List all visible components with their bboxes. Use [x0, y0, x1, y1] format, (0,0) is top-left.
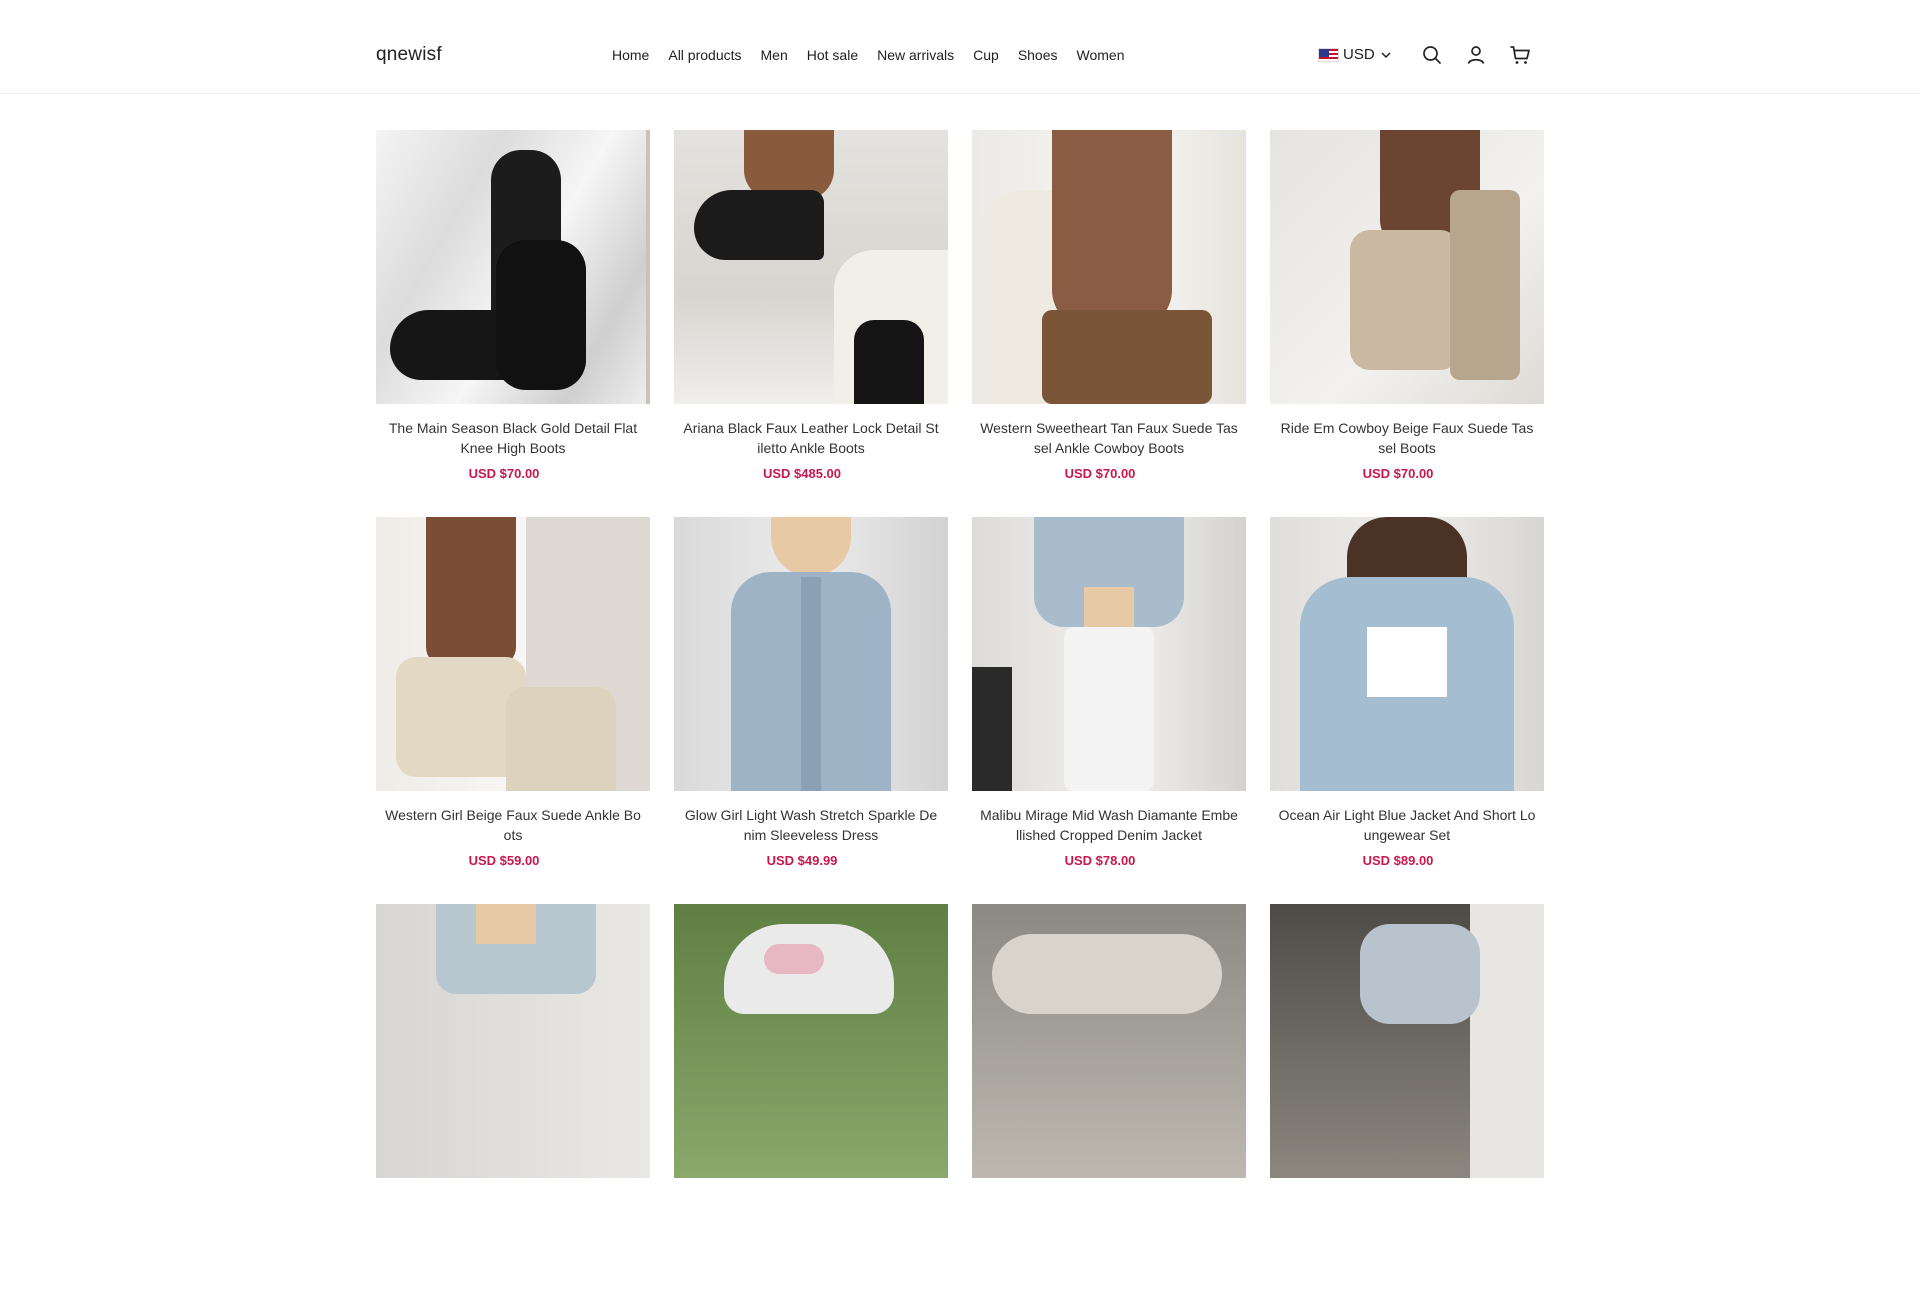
nav-item-shoes[interactable]: Shoes [1018, 47, 1058, 63]
product-card[interactable] [376, 904, 650, 1291]
product-title[interactable]: Glow Girl Light Wash Stretch Sparkle Den… [674, 805, 948, 845]
product-card[interactable]: The Main Season Black Gold Detail Flat K… [376, 130, 650, 517]
product-price: USD $70.00 [1064, 466, 1136, 481]
product-card[interactable] [674, 904, 948, 1291]
product-image[interactable] [376, 517, 650, 791]
product-image[interactable] [972, 130, 1246, 404]
chevron-down-icon [1381, 51, 1391, 58]
product-image[interactable] [972, 517, 1246, 791]
product-price: USD $485.00 [762, 466, 842, 481]
product-title[interactable] [1270, 1192, 1544, 1232]
product-card[interactable]: Ocean Air Light Blue Jacket And Short Lo… [1270, 517, 1544, 904]
product-title[interactable]: Ariana Black Faux Leather Lock Detail St… [674, 418, 948, 458]
product-title[interactable]: Western Girl Beige Faux Suede Ankle Boot… [376, 805, 650, 845]
product-image[interactable] [1270, 517, 1544, 791]
product-title[interactable]: Western Sweetheart Tan Faux Suede Tassel… [972, 418, 1246, 458]
product-title[interactable]: Ocean Air Light Blue Jacket And Short Lo… [1270, 805, 1544, 845]
product-image[interactable] [1270, 904, 1544, 1178]
product-price: USD $89.00 [1362, 853, 1434, 868]
product-title[interactable]: Malibu Mirage Mid Wash Diamante Embellis… [972, 805, 1246, 845]
product-price: USD $59.00 [468, 853, 540, 868]
product-title[interactable] [972, 1192, 1246, 1232]
currency-selector[interactable]: USD [1318, 46, 1393, 63]
nav-item-cup[interactable]: Cup [973, 47, 999, 63]
nav-item-home[interactable]: Home [612, 47, 649, 63]
product-price: USD $78.00 [1064, 853, 1136, 868]
us-flag-icon [1318, 47, 1339, 62]
product-title[interactable]: The Main Season Black Gold Detail Flat K… [376, 418, 650, 458]
cart-icon[interactable] [1508, 43, 1532, 67]
product-price: USD $49.99 [766, 853, 838, 868]
product-price: USD $70.00 [1362, 466, 1434, 481]
product-title[interactable] [674, 1192, 948, 1232]
product-image[interactable] [674, 517, 948, 791]
product-image[interactable] [972, 904, 1246, 1178]
product-image[interactable] [376, 904, 650, 1178]
product-card[interactable] [972, 904, 1246, 1291]
nav-item-men[interactable]: Men [761, 47, 788, 63]
product-card[interactable]: Malibu Mirage Mid Wash Diamante Embellis… [972, 517, 1246, 904]
product-image[interactable] [1270, 130, 1544, 404]
product-card[interactable] [1270, 904, 1544, 1291]
product-card[interactable]: Western Girl Beige Faux Suede Ankle Boot… [376, 517, 650, 904]
main-nav: Home All products Men Hot sale New arriv… [612, 47, 1125, 63]
currency-label: USD [1343, 46, 1375, 63]
product-title[interactable]: Ride Em Cowboy Beige Faux Suede Tassel B… [1270, 418, 1544, 458]
product-image[interactable] [674, 904, 948, 1178]
store-logo[interactable]: qnewisf [376, 44, 442, 66]
site-header: qnewisf Home All products Men Hot sale N… [0, 0, 1920, 94]
search-icon[interactable] [1420, 43, 1444, 67]
product-card[interactable]: Ride Em Cowboy Beige Faux Suede Tassel B… [1270, 130, 1544, 517]
header-actions [1420, 43, 1532, 67]
nav-item-women[interactable]: Women [1077, 47, 1125, 63]
product-card[interactable]: Western Sweetheart Tan Faux Suede Tassel… [972, 130, 1246, 517]
product-image[interactable] [674, 130, 948, 404]
nav-item-all-products[interactable]: All products [668, 47, 741, 63]
product-card[interactable]: Ariana Black Faux Leather Lock Detail St… [674, 130, 948, 517]
nav-item-new-arrivals[interactable]: New arrivals [877, 47, 954, 63]
account-icon[interactable] [1464, 43, 1488, 67]
product-grid: The Main Season Black Gold Detail Flat K… [376, 130, 1545, 1291]
nav-item-hot-sale[interactable]: Hot sale [807, 47, 858, 63]
product-title[interactable] [376, 1192, 650, 1232]
product-price: USD $70.00 [468, 466, 540, 481]
product-image[interactable] [376, 130, 650, 404]
product-card[interactable]: Glow Girl Light Wash Stretch Sparkle Den… [674, 517, 948, 904]
